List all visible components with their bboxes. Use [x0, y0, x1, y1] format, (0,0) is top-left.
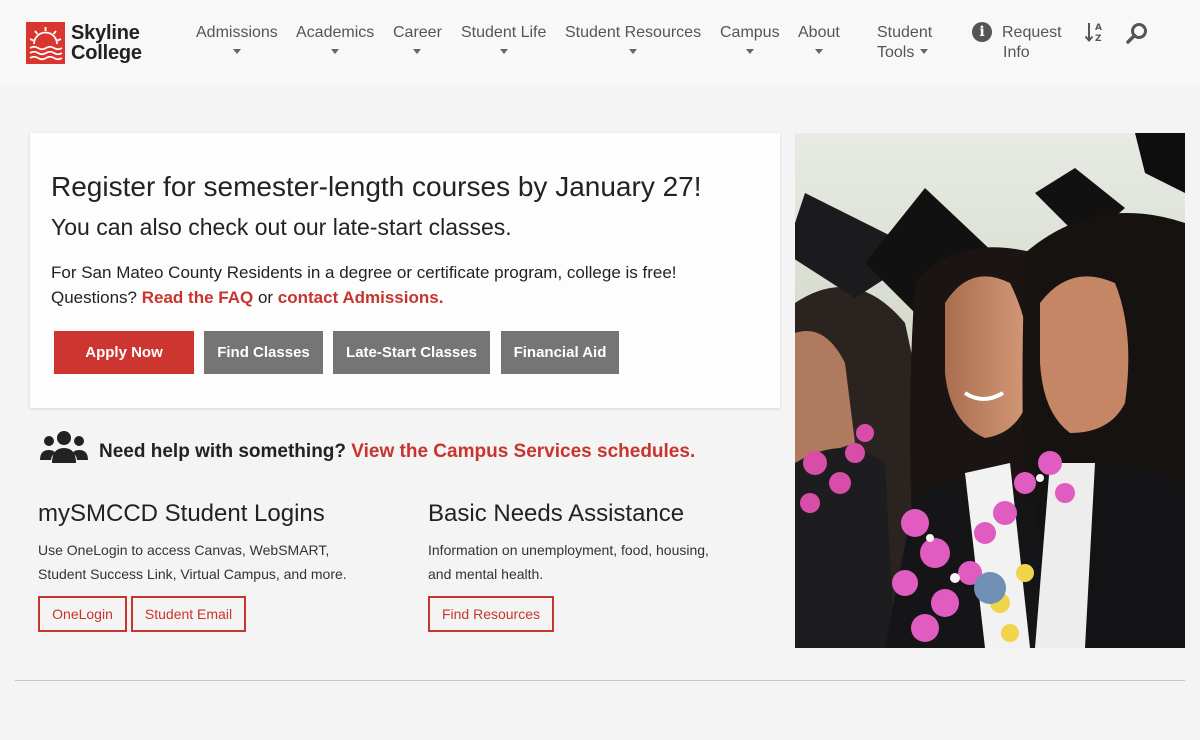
or-text: or — [257, 288, 274, 307]
nav-campus[interactable]: Campus — [720, 23, 780, 54]
logins-desc-line2: Student Success Link, Virtual Campus, an… — [38, 566, 347, 582]
sort-alpha-icon: A Z — [1084, 23, 1102, 44]
find-resources-button[interactable]: Find Resources — [428, 596, 554, 632]
graduates-illustration — [795, 133, 1185, 648]
nav-student-resources-label: Student Resources — [565, 24, 702, 41]
nav-student-tools[interactable]: Student Tools — [877, 23, 932, 63]
nav-student-life[interactable]: Student Life — [461, 23, 546, 54]
help-row: Need help with something? View the Campu… — [40, 430, 695, 464]
request-info-line1: Request — [1002, 24, 1062, 41]
nav-admissions[interactable]: Admissions — [196, 23, 278, 54]
search-button[interactable] — [1125, 21, 1149, 50]
nav-academics-label: Academics — [296, 24, 375, 41]
student-email-button[interactable]: Student Email — [131, 596, 246, 632]
contact-admissions-link[interactable]: contact Admissions. — [278, 288, 444, 307]
search-icon — [1126, 23, 1147, 44]
caret-down-icon — [413, 49, 422, 54]
hero-questions-text: Questions? — [51, 288, 137, 307]
sun-logo-icon — [26, 22, 65, 64]
site-header: Skyline College Admissions Academics Car… — [0, 0, 1200, 85]
basic-needs-description: Information on unemployment, food, housi… — [428, 538, 709, 586]
sort-alpha-button[interactable]: A Z — [1084, 21, 1104, 48]
request-info-text: Request Info — [1002, 23, 1062, 63]
help-question: Need help with something? — [99, 441, 347, 462]
site-logo[interactable]: Skyline College — [26, 22, 142, 64]
basic-needs-desc-line2: and mental health. — [428, 566, 544, 582]
nav-about-label: About — [798, 24, 840, 41]
late-start-classes-button[interactable]: Late-Start Classes — [333, 331, 490, 374]
hero-body: For San Mateo County Residents in a degr… — [51, 260, 677, 310]
request-info-line2: Info — [1003, 44, 1030, 61]
logo-line1: Skyline — [71, 22, 140, 44]
caret-down-icon — [232, 49, 241, 54]
financial-aid-button[interactable]: Financial Aid — [501, 331, 619, 374]
hero-body-line1: For San Mateo County Residents in a degr… — [51, 263, 677, 282]
svg-text:Z: Z — [1095, 34, 1102, 43]
hero-body-line2: Questions? Read the FAQ or contact Admis… — [51, 285, 677, 310]
nav-admissions-label: Admissions — [196, 24, 278, 41]
nav-student-tools-line1: Student — [877, 24, 933, 41]
caret-down-icon — [331, 49, 340, 54]
caret-down-icon — [629, 49, 638, 54]
nav-about[interactable]: About — [798, 23, 840, 54]
caret-down-icon — [745, 49, 754, 54]
caret-down-icon — [920, 49, 929, 55]
nav-campus-label: Campus — [720, 24, 780, 41]
graduates-photo — [795, 133, 1185, 648]
help-text: Need help with something? View the Campu… — [99, 441, 695, 463]
users-group-icon — [40, 431, 88, 463]
faq-link[interactable]: Read the FAQ — [142, 288, 253, 307]
basic-needs-title: Basic Needs Assistance — [428, 500, 685, 527]
nav-career-label: Career — [393, 24, 442, 41]
caret-down-icon — [499, 49, 508, 54]
nav-career[interactable]: Career — [393, 23, 442, 54]
campus-services-link[interactable]: View the Campus Services schedules. — [351, 441, 695, 462]
nav-student-resources[interactable]: Student Resources — [565, 23, 701, 54]
logo-wordmark: Skyline College — [71, 23, 142, 63]
footer-divider — [15, 680, 1185, 681]
registration-card: Register for semester-length courses by … — [30, 133, 780, 408]
find-classes-button[interactable]: Find Classes — [204, 331, 323, 374]
logins-description: Use OneLogin to access Canvas, WebSMART,… — [38, 538, 347, 586]
onelogin-button[interactable]: OneLogin — [38, 596, 127, 632]
basic-needs-desc-line1: Information on unemployment, food, housi… — [428, 542, 709, 558]
logo-line2: College — [71, 42, 142, 64]
info-icon: i — [972, 22, 992, 42]
caret-down-icon — [814, 49, 823, 54]
nav-student-life-label: Student Life — [461, 24, 547, 41]
hero-headline: Register for semester-length courses by … — [51, 171, 702, 202]
logins-desc-line1: Use OneLogin to access Canvas, WebSMART, — [38, 542, 330, 558]
request-info-link[interactable]: i Request Info — [972, 22, 1062, 63]
apply-now-button[interactable]: Apply Now — [54, 331, 194, 374]
nav-academics[interactable]: Academics — [296, 23, 374, 54]
nav-student-tools-line2: Tools — [877, 44, 915, 61]
svg-text:A: A — [1095, 23, 1102, 33]
logins-title: mySMCCD Student Logins — [38, 500, 325, 527]
hero-subheadline: You can also check out our late-start cl… — [51, 214, 512, 240]
